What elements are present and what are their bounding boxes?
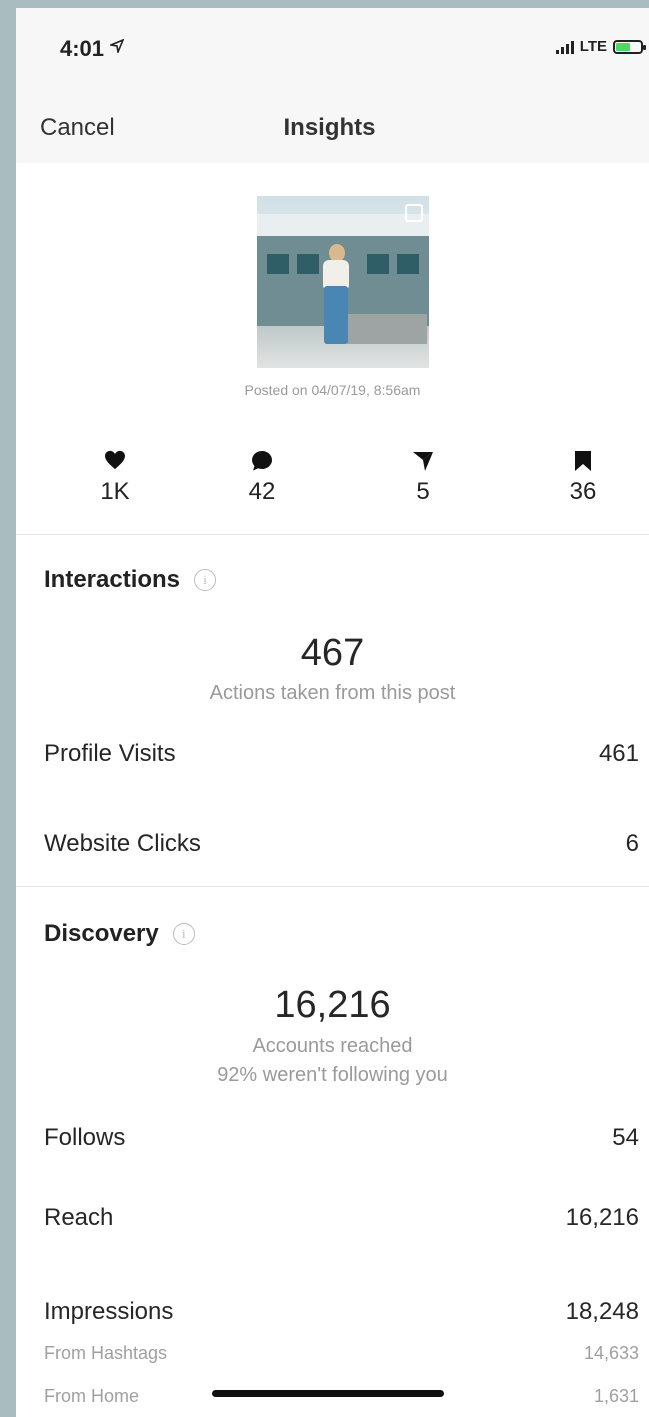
row-label: From Home <box>44 1386 140 1406</box>
share-icon <box>413 452 433 471</box>
stat-row-profile-visits: Profile Visits 461 <box>44 740 639 768</box>
discovery-title: Discovery <box>44 920 159 947</box>
info-icon[interactable]: i <box>172 923 195 945</box>
divider <box>16 534 649 535</box>
signal-icon <box>555 40 574 54</box>
page-title: Insights <box>283 114 376 141</box>
discovery-caption-accounts: Accounts reached <box>252 1035 413 1057</box>
stat-row-impressions: Impressions 18,248 <box>44 1298 639 1326</box>
row-label: Impressions <box>44 1298 174 1325</box>
saves-count: 36 <box>569 478 597 505</box>
stat-row-follows: Follows 54 <box>44 1124 639 1152</box>
post-thumbnail[interactable] <box>257 196 429 368</box>
row-label: Profile Visits <box>44 740 176 767</box>
heart-icon <box>105 450 125 470</box>
posted-date: Posted on 04/07/19, 8:56am <box>244 382 421 398</box>
interactions-total: 467 <box>300 632 365 674</box>
row-label: Website Clicks <box>44 830 201 857</box>
row-value: 6 <box>625 830 639 857</box>
likes-stat: 1K <box>70 450 160 506</box>
interactions-caption: Actions taken from this post <box>209 682 456 704</box>
comments-count: 42 <box>248 478 276 505</box>
row-value: 16,216 <box>565 1204 639 1231</box>
header: 4:01 LTE Cancel Insights <box>16 8 649 163</box>
multi-photo-icon <box>405 204 423 222</box>
row-label: Follows <box>44 1124 126 1151</box>
stat-row-from-hashtags: From Hashtags 14,633 <box>44 1343 639 1364</box>
row-value: 1,631 <box>593 1386 639 1406</box>
shares-count: 5 <box>416 478 430 505</box>
discovery-caption-non-followers: 92% weren't following you <box>217 1064 448 1086</box>
info-icon[interactable]: i <box>194 569 217 591</box>
row-value: 18,248 <box>565 1298 639 1325</box>
discovery-total: 16,216 <box>274 984 391 1026</box>
engagement-stats: 1K 42 5 36 <box>16 450 649 520</box>
divider <box>16 886 649 887</box>
nav-bar: Cancel Insights <box>16 96 649 152</box>
likes-count: 1K <box>100 478 130 505</box>
phone-screen: 4:01 LTE Cancel Insights Posted on 04/07… <box>16 8 649 1417</box>
row-value: 461 <box>598 740 639 767</box>
stat-row-reach: Reach 16,216 <box>44 1204 639 1232</box>
location-arrow-icon <box>110 39 124 53</box>
bookmark-icon <box>575 451 591 471</box>
battery-icon <box>613 39 646 54</box>
row-value: 14,633 <box>583 1343 639 1363</box>
home-indicator[interactable] <box>212 1390 444 1397</box>
comment-icon <box>252 451 272 471</box>
stat-row-website-clicks: Website Clicks 6 <box>44 830 639 858</box>
row-label: From Hashtags <box>44 1343 168 1363</box>
comments-stat: 42 <box>217 450 307 506</box>
status-bar: 4:01 LTE <box>16 8 649 78</box>
shares-stat: 5 <box>378 450 468 506</box>
interactions-title: Interactions <box>44 566 181 593</box>
discovery-heading: Discovery i <box>44 920 195 948</box>
row-value: 54 <box>612 1124 639 1151</box>
row-label: Reach <box>44 1204 114 1231</box>
status-time: 4:01 <box>60 36 105 61</box>
saves-stat: 36 <box>538 450 628 506</box>
status-indicators: LTE <box>555 38 646 55</box>
network-label: LTE <box>579 38 607 55</box>
interactions-heading: Interactions i <box>44 566 217 594</box>
